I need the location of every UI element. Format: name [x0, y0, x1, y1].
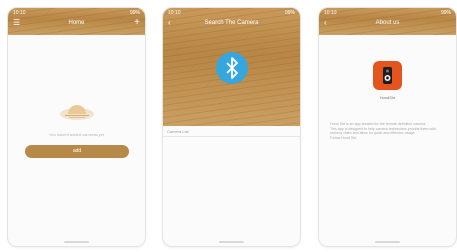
- back-icon[interactable]: ‹: [168, 19, 171, 27]
- home-header: 10:10 99% ☰ Home +: [8, 8, 145, 35]
- menu-icon[interactable]: ☰: [13, 19, 20, 27]
- home-indicator: [64, 241, 89, 243]
- about-header: 10:10 99% ‹ About us: [319, 8, 456, 35]
- empty-message: You havent added cameras yet: [48, 132, 104, 137]
- empty-state-logo-icon: [60, 105, 94, 120]
- status-time: 10:10: [168, 10, 181, 16]
- bluetooth-button[interactable]: [216, 52, 248, 84]
- home-indicator: [219, 241, 244, 243]
- plus-icon[interactable]: +: [134, 18, 140, 28]
- about-line: Follow Hund Sirt: [330, 135, 357, 140]
- status-battery: 99%: [129, 10, 140, 16]
- app-icon: [373, 61, 402, 90]
- speaker-icon: [383, 67, 392, 84]
- status-battery: 99%: [284, 10, 295, 16]
- status-battery: 99%: [440, 10, 451, 16]
- status-time: 10:10: [13, 10, 26, 16]
- phone-search-screen: 10:10 99% ‹ Search The Camera Camera Lis…: [163, 8, 300, 246]
- camera-list-label: Camera List: [167, 129, 189, 134]
- page-title: Home: [68, 20, 85, 26]
- app-name: HundSirt: [379, 95, 396, 100]
- back-icon[interactable]: ‹: [324, 19, 327, 27]
- bluetooth-icon: [226, 57, 238, 79]
- home-indicator: [375, 241, 400, 243]
- status-bar: 10:10 99%: [168, 10, 295, 17]
- search-header: 10:10 99% ‹ Search The Camera: [163, 8, 300, 35]
- status-bar: 10:10 99%: [324, 10, 451, 17]
- phone-home-screen: 10:10 99% ☰ Home + You havent added came…: [8, 8, 145, 246]
- about-description: Hund Sirt is an app created for the remo…: [330, 122, 445, 140]
- add-camera-button[interactable]: add: [25, 145, 129, 158]
- page-title: Search The Camera: [204, 20, 259, 26]
- status-bar: 10:10 99%: [13, 10, 140, 17]
- about-line: This app is designed to help camera tech…: [330, 126, 436, 136]
- phone-about-screen: 10:10 99% ‹ About us HundSirt Hund Sirt …: [319, 8, 456, 246]
- page-title: About us: [375, 20, 400, 26]
- list-divider: [163, 136, 300, 137]
- status-time: 10:10: [324, 10, 337, 16]
